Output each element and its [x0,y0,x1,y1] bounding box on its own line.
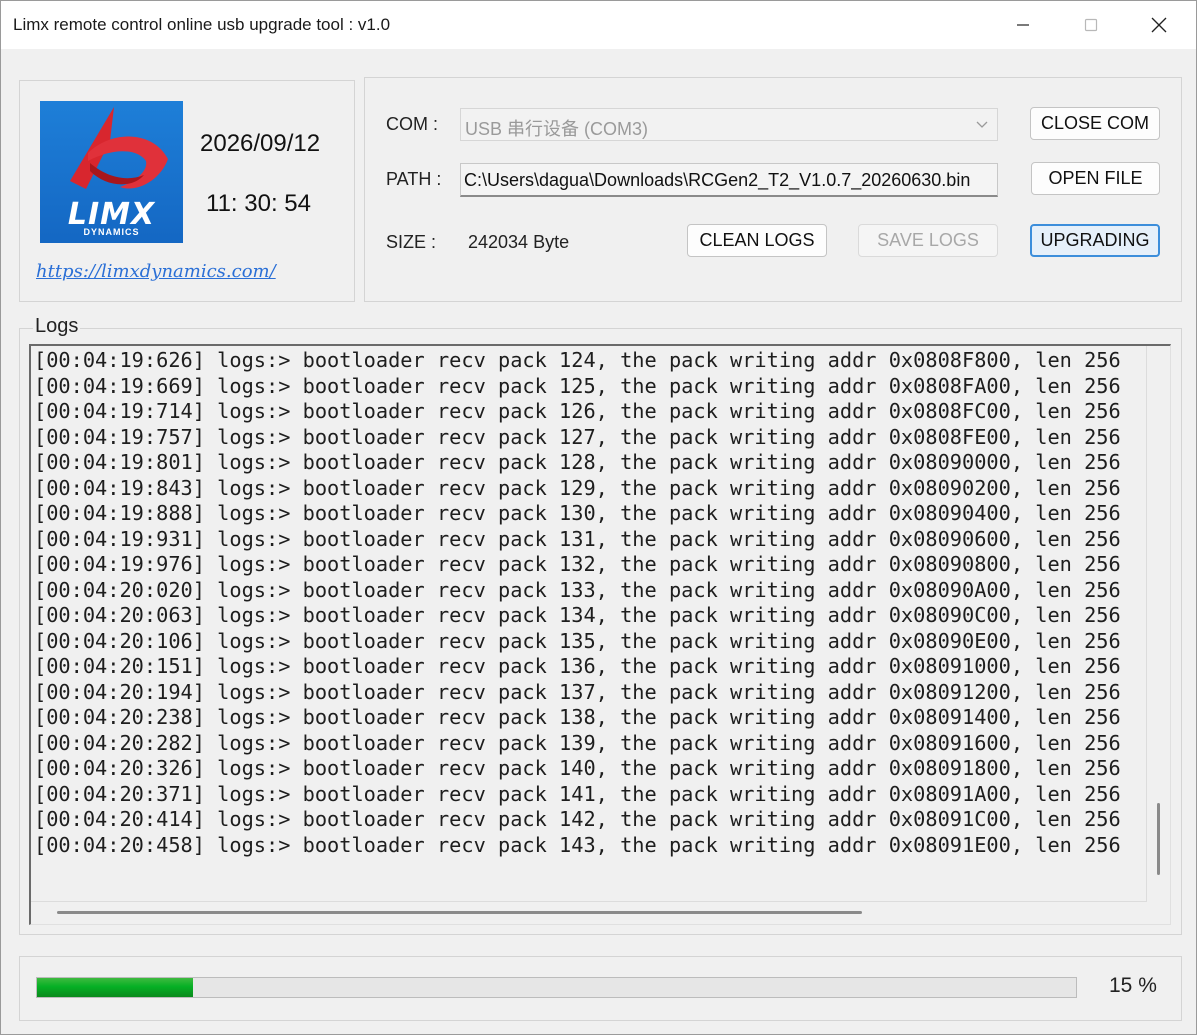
log-line: [00:04:19:843] logs:> bootloader recv pa… [34,475,1121,500]
close-icon [1151,17,1167,33]
app-window: Limx remote control online usb upgrade t… [0,0,1197,1035]
scroll-gutter-horizontal [31,901,1147,902]
clean-logs-button[interactable]: CLEAN LOGS [687,224,827,257]
title-bar: Limx remote control online usb upgrade t… [1,1,1196,49]
current-time: 11: 30: 54 [206,190,311,217]
log-line: [00:04:20:414] logs:> bootloader recv pa… [34,807,1121,831]
size-label: SIZE : [386,232,437,252]
log-line: [00:04:20:326] logs:> bootloader recv pa… [34,756,1121,780]
log-line: [00:04:19:888] logs:> bootloader recv pa… [34,501,1121,525]
upgrading-button[interactable]: UPGRADING [1030,224,1160,257]
website-link[interactable]: https://limxdynamics.com/ [36,261,276,282]
close-com-button[interactable]: CLOSE COM [1030,107,1160,140]
log-line: [00:04:19:669] logs:> bootloader recv pa… [34,373,1121,398]
log-line: [00:04:19:801] logs:> bootloader recv pa… [34,450,1121,474]
log-line: [00:04:20:282] logs:> bootloader recv pa… [34,730,1121,755]
log-line: [00:04:20:458] logs:> bootloader recv pa… [34,832,1121,857]
log-line: [00:04:20:106] logs:> bootloader recv pa… [34,628,1121,653]
path-field[interactable]: C:\Users\dagua\Downloads\RCGen2_T2_V1.0.… [460,163,998,197]
horizontal-scrollbar-thumb[interactable] [57,911,862,914]
com-label: COM : [386,114,438,134]
chevron-down-icon [976,121,988,128]
com-port-select[interactable]: USB 串行设备 (COM3) [460,108,998,141]
vertical-scrollbar-thumb[interactable] [1157,803,1160,875]
current-date: 2026/09/12 [200,130,321,157]
log-line: [00:04:20:020] logs:> bootloader recv pa… [34,577,1121,602]
open-file-button[interactable]: OPEN FILE [1031,162,1160,195]
log-line: [00:04:19:976] logs:> bootloader recv pa… [34,552,1121,576]
close-window-button[interactable] [1125,1,1193,49]
progress-percent: 15 % [1109,974,1157,997]
upgrade-progress-bar [36,977,1077,998]
minimize-button[interactable] [989,1,1057,49]
path-label: PATH : [386,169,442,189]
log-line: [00:04:20:063] logs:> bootloader recv pa… [34,603,1121,627]
logo-panel: LIMX DYNAMICS 2026/09/12 11: 30: 54 http… [19,80,355,302]
logs-textbox[interactable]: [00:04:19:626] logs:> bootloader recv pa… [29,344,1171,925]
save-logs-button[interactable]: SAVE LOGS [858,224,998,257]
log-line: [00:04:19:626] logs:> bootloader recv pa… [34,348,1121,372]
logo-subtitle: DYNAMICS [83,227,140,237]
maximize-icon [1084,18,1098,32]
controls-panel: COM : USB 串行设备 (COM3) CLOSE COM PATH : C… [364,77,1182,302]
log-lines: [00:04:19:626] logs:> bootloader recv pa… [34,348,1121,858]
log-line: [00:04:19:757] logs:> bootloader recv pa… [34,424,1121,449]
scroll-gutter-vertical [1146,346,1147,902]
log-line: [00:04:20:371] logs:> bootloader recv pa… [34,781,1121,806]
log-line: [00:04:19:931] logs:> bootloader recv pa… [34,526,1121,551]
maximize-button[interactable] [1057,1,1125,49]
minimize-icon [1017,24,1029,26]
file-size-value: 242034 Byte [468,232,570,252]
window-title: Limx remote control online usb upgrade t… [13,15,391,34]
logs-title: Logs [33,315,81,338]
log-line: [00:04:19:714] logs:> bootloader recv pa… [34,399,1121,423]
com-port-value: USB 串行设备 (COM3) [465,119,649,139]
limx-logo: LIMX DYNAMICS [40,101,183,243]
log-line: [00:04:20:194] logs:> bootloader recv pa… [34,679,1121,704]
progress-fill [37,978,193,997]
log-line: [00:04:20:238] logs:> bootloader recv pa… [34,705,1121,729]
log-line: [00:04:20:151] logs:> bootloader recv pa… [34,654,1121,678]
